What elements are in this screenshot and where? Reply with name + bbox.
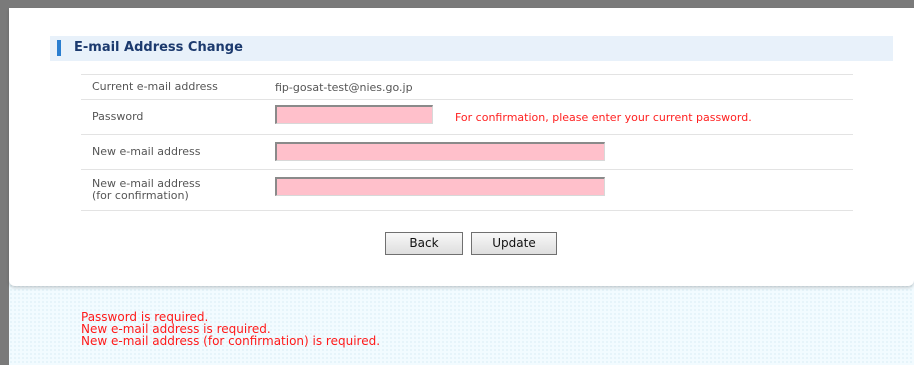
new-email-label: New e-mail address xyxy=(92,145,201,158)
current-email-value: fip-gosat-test@nies.go.jp xyxy=(275,81,413,94)
password-row: Password For confirmation, please enter … xyxy=(81,99,853,134)
update-button[interactable]: Update xyxy=(471,232,557,255)
confirm-email-label-line2: (for confirmation) xyxy=(92,189,189,202)
password-input[interactable] xyxy=(275,105,433,124)
confirm-email-label: New e-mail address (for confirmation) xyxy=(92,178,201,202)
form-panel: E-mail Address Change Current e-mail add… xyxy=(9,8,914,286)
current-email-label: Current e-mail address xyxy=(92,80,218,93)
error-confirm-email-required: New e-mail address (for confirmation) is… xyxy=(81,334,381,348)
back-button[interactable]: Back xyxy=(385,232,463,255)
section-marker xyxy=(57,40,61,56)
new-email-row: New e-mail address xyxy=(81,134,853,169)
new-email-input[interactable] xyxy=(275,142,605,161)
error-messages: Password is required. New e-mail address… xyxy=(81,311,380,347)
confirm-email-row: New e-mail address (for confirmation) xyxy=(81,169,853,211)
page-background: E-mail Address Change Current e-mail add… xyxy=(9,8,914,365)
section-title: E-mail Address Change xyxy=(74,40,243,55)
password-hint: For confirmation, please enter your curr… xyxy=(455,111,752,124)
password-label: Password xyxy=(92,110,144,123)
email-change-form: Current e-mail address fip-gosat-test@ni… xyxy=(81,74,853,211)
confirm-email-input[interactable] xyxy=(275,177,605,196)
section-header: E-mail Address Change xyxy=(50,36,893,61)
current-email-row: Current e-mail address fip-gosat-test@ni… xyxy=(81,74,853,99)
